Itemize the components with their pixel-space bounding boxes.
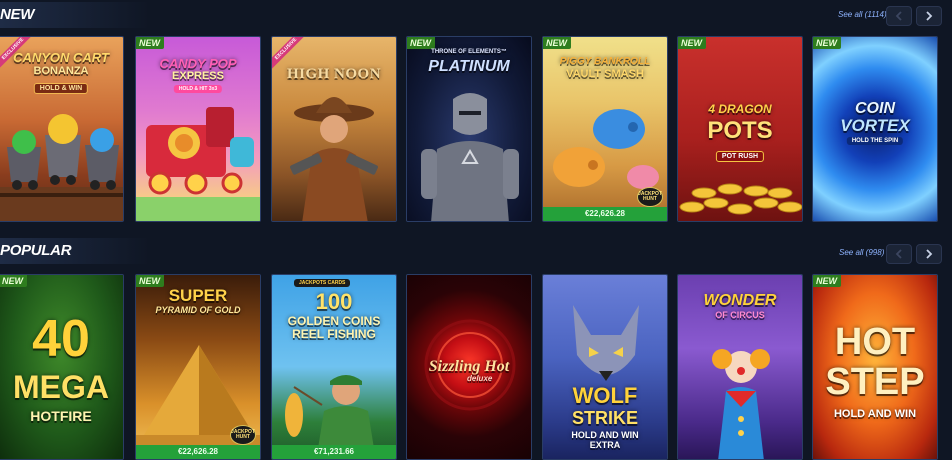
game-title: SUPER [168,286,228,305]
game-subtitle: HOLD AND WIN EXTRA [571,430,639,450]
game-supertitle: JACKPOTS CARDS [294,279,351,287]
carousel-prev-button[interactable] [886,244,912,264]
game-tile-wolf-strike[interactable]: WOLF STRIKE HOLD AND WIN EXTRA [542,274,668,460]
game-tile-40-mega-hotfire[interactable]: NEW 40 MEGA HOTFIRE [0,274,124,460]
chevron-right-icon [926,249,933,259]
game-title-line2: STEP [825,361,925,403]
game-title: WOLF [572,383,638,408]
game-title: 100 [315,289,353,314]
game-title-line2: VORTEX [840,116,910,135]
chevron-left-icon [895,11,902,21]
game-subtitle: HOLD THE SPIN [846,137,904,145]
game-supertitle: THRONE OF ELEMENTS™ [431,49,507,55]
game-subtitle: POT RUSH [715,151,765,162]
new-badge: NEW [813,37,841,49]
game-tile-piggy-bankroll-vault-smash[interactable]: NEW PIGGY BANKROLL VAULT SMASH JACKPOT H… [542,36,668,222]
game-carousel: EXCLUSIVE CANYON CART BONANZA HOLD & WIN [0,36,952,226]
game-title: PLATINUM [428,58,510,75]
see-all-link[interactable]: See all (1114) [838,10,887,19]
jackpot-hunt-badge: JACKPOT HUNT [230,425,256,445]
new-badge: NEW [136,37,164,49]
cowboy-illustration [290,97,378,221]
game-art [272,37,396,221]
game-title-line2: OF CIRCUS [715,310,765,320]
section-header: POPULAR See all (998) [0,236,952,266]
game-title-line2: deluxe [467,374,493,383]
game-title: 4 DRAGON [708,102,772,116]
new-badge: NEW [136,275,164,287]
jackpot-hunt-badge: JACKPOT HUNT [637,187,663,207]
carousel-next-button[interactable] [916,6,942,26]
game-title-line2: VAULT SMASH [566,68,644,80]
game-tile-wonder-of-circus[interactable]: WONDER OF CIRCUS [677,274,803,460]
game-tile-100-golden-coins-reel-fishing[interactable]: JACKPOTS CARDS 100 GOLDEN COINS REEL FIS… [271,274,397,460]
game-tile-candy-pop-express[interactable]: NEW CANDY POP EXPRESS HOLD & HIT 3x3 [135,36,261,222]
game-title: Sizzling Hot [428,358,510,375]
game-title: HIGH NOON [286,66,382,82]
game-title: CANYON CART [13,50,109,65]
game-subtitle: HOLD AND WIN [833,408,917,420]
new-badge: NEW [407,37,435,49]
game-subtitle: HOLD & HIT 3x3 [173,85,223,93]
section-title: POPULAR [0,242,72,259]
jackpot-amount: €22,626.28 [136,445,260,459]
new-games-section: NEW See all (1114) EXCLUSIVE CANYON CART… [0,0,952,230]
game-title: CANDY POP [159,56,237,71]
game-title: 40 [32,310,90,368]
game-tile-coin-vortex[interactable]: NEW COIN VORTEX HOLD THE SPIN [812,36,938,222]
game-title-line2: POTS [707,117,773,144]
game-title-line2: GOLDEN COINS REEL FISHING [287,314,381,341]
popular-games-section: POPULAR See all (998) NEW 40 MEGA HOTFIR… [0,236,952,460]
game-subtitle: HOLD & WIN [33,83,89,94]
game-title-line2: BONANZA [33,65,89,77]
game-tile-high-noon[interactable]: EXCLUSIVE HIGH NOON [271,36,397,222]
game-tile-4-dragon-pots[interactable]: NEW 4 DRAGON POTS POT RUSH [677,36,803,222]
game-title-line2: STRIKE [571,408,638,428]
new-badge: NEW [0,275,27,287]
new-badge: NEW [678,37,706,49]
chevron-right-icon [926,11,933,21]
game-tile-hot-step[interactable]: NEW HOT STEP HOLD AND WIN [812,274,938,460]
new-badge: NEW [813,275,841,287]
game-title-line2: MEGA [13,369,109,405]
game-tile-throne-of-elements-platinum[interactable]: NEW THRONE OF ELEMENTS™ PLATINUM [406,36,532,222]
game-tile-sizzling-hot-deluxe[interactable]: Sizzling Hot deluxe [406,274,532,460]
section-title: NEW [0,6,35,23]
new-badge: NEW [543,37,571,49]
game-tile-super-pyramid-of-gold[interactable]: NEW SUPER PYRAMID OF GOLD JACKPOT HUNT €… [135,274,261,460]
game-tile-canyon-cart-bonanza[interactable]: EXCLUSIVE CANYON CART BONANZA HOLD & WIN [0,36,124,222]
game-carousel: NEW 40 MEGA HOTFIRE NEW SUPER PYRAMID OF… [0,274,952,460]
game-title: HOT [834,321,916,363]
carousel-prev-button[interactable] [886,6,912,26]
game-title: PIGGY BANKROLL [559,56,651,67]
game-title: WONDER [703,292,777,309]
game-title-line2: EXPRESS [172,70,224,82]
carousel-next-button[interactable] [916,244,942,264]
game-title-line2: PYRAMID OF GOLD [155,305,241,315]
jackpot-amount: €22,626.28 [543,207,667,221]
see-all-link[interactable]: See all (998) [839,248,884,257]
game-title: COIN [855,100,895,117]
game-subtitle: HOTFIRE [30,408,92,424]
chevron-left-icon [895,249,902,259]
section-header: NEW See all (1114) [0,0,952,30]
jackpot-amount: €71,231.66 [272,445,396,459]
